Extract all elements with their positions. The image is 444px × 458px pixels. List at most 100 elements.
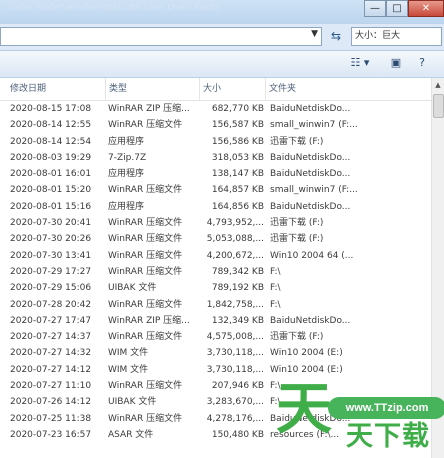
- table-row[interactable]: 2020-08-01 15:16 应用程序 164,856 KB BaiduNetdi…: [0, 199, 431, 215]
- row-type: WinRAR 压缩文件: [108, 218, 183, 229]
- refresh-icon[interactable]: ⇆: [326, 29, 346, 45]
- table-row[interactable]: 2020-07-30 13:41 WinRAR 压缩文件 4,200,672,...…: [0, 248, 431, 264]
- row-size: 682,770 KB: [211, 104, 264, 114]
- row-date: 2020-07-29 15:06: [10, 283, 92, 294]
- row-type: WinRAR 压缩文件: [108, 413, 183, 424]
- row-type: 应用程序: [108, 169, 145, 180]
- row-date: 2020-08-15 17:08: [10, 104, 92, 114]
- watermark: 天 www.TTzip.com 天下载: [268, 366, 444, 458]
- row-type: WinRAR 压缩文件: [108, 185, 183, 196]
- row-date: 2020-07-27 17:47: [10, 315, 92, 326]
- row-folder: F:\: [270, 266, 281, 277]
- row-type: 应用程序: [108, 136, 145, 147]
- address-bar[interactable]: ▼: [0, 27, 322, 46]
- column-date[interactable]: 修改日期: [7, 78, 106, 100]
- row-type: WinRAR 压缩文件: [108, 234, 183, 245]
- row-date: 2020-07-29 17:27: [10, 266, 92, 277]
- table-row[interactable]: 2020-07-30 20:26 WinRAR 压缩文件 5,053,088,...…: [0, 231, 431, 247]
- row-folder: BaiduNetdiskDo...: [270, 201, 351, 212]
- table-row[interactable]: 2020-07-27 14:37 WinRAR 压缩文件 4,575,008,...…: [0, 329, 431, 345]
- row-date: 2020-08-01 15:20: [10, 185, 92, 196]
- row-type: WinRAR ZIP 压缩...: [108, 104, 190, 114]
- row-folder: Win10 2004 64 (...: [270, 250, 354, 261]
- row-size: 150,480 KB: [211, 429, 264, 440]
- address-row: ▼ ⇆ 大小：巨大: [0, 24, 444, 51]
- column-type[interactable]: 类型: [106, 78, 200, 100]
- table-row[interactable]: 2020-07-28 20:42 WinRAR 压缩文件 1,842,758,...…: [0, 297, 431, 313]
- table-row[interactable]: 2020-07-30 20:41 WinRAR 压缩文件 4,793,952,...…: [0, 215, 431, 231]
- row-date: 2020-07-27 14:37: [10, 332, 92, 343]
- preview-pane-icon[interactable]: ▣: [388, 56, 404, 72]
- row-date: 2020-07-27 14:12: [10, 364, 92, 375]
- row-type: WIM 文件: [108, 364, 149, 375]
- row-size: 164,857 KB: [211, 185, 264, 196]
- row-size: 4,793,952,...: [206, 218, 264, 229]
- table-row[interactable]: 2020-08-01 16:01 应用程序 138,147 KB BaiduNetdi…: [0, 166, 431, 182]
- minimize-button[interactable]: —: [364, 0, 386, 17]
- title-bar: ...ruder:Ruder\windivent\Ru:dd\ Ulen Ove…: [0, 0, 444, 25]
- table-row[interactable]: 2020-08-15 17:08 WinRAR ZIP 压缩... 682,770 …: [0, 101, 431, 117]
- row-type: WinRAR 压缩文件: [108, 266, 183, 277]
- row-size: 4,200,672,...: [206, 250, 264, 261]
- row-size: 207,946 KB: [211, 381, 264, 392]
- table-row[interactable]: 2020-08-03 19:29 7-Zip.7Z 318,053 KB BaiduN…: [0, 150, 431, 166]
- row-date: 2020-08-14 12:55: [10, 120, 92, 131]
- row-folder: small_winwin7 (F:...: [270, 185, 358, 196]
- row-size: 3,730,118,...: [206, 348, 264, 359]
- row-folder: 迅雷下载 (F:): [270, 234, 324, 245]
- row-size: 164,856 KB: [211, 201, 264, 212]
- table-row[interactable]: 2020-07-29 17:27 WinRAR 压缩文件 789,342 KB F:\: [0, 264, 431, 280]
- row-type: WinRAR 压缩文件: [108, 332, 183, 343]
- row-type: WinRAR 压缩文件: [108, 250, 183, 261]
- table-row[interactable]: 2020-07-27 17:47 WinRAR ZIP 压缩... 132,349 …: [0, 313, 431, 329]
- row-date: 2020-08-14 12:54: [10, 136, 92, 147]
- help-icon[interactable]: ?: [414, 56, 430, 72]
- row-folder: 迅雷下载 (F:): [270, 332, 324, 343]
- watermark-site-name: 天下载: [346, 421, 430, 452]
- window-title: ...ruder:Ruder\windivent\Ru:dd\ Ulen Ove…: [0, 3, 219, 13]
- column-folder[interactable]: 文件夹: [266, 78, 431, 100]
- row-date: 2020-07-30 20:41: [10, 218, 92, 229]
- row-type: UIBAK 文件: [108, 283, 157, 294]
- table-row[interactable]: 2020-08-01 15:20 WinRAR 压缩文件 164,857 KB sma…: [0, 182, 431, 198]
- row-size: 138,147 KB: [211, 169, 264, 180]
- scroll-thumb[interactable]: [433, 94, 444, 118]
- row-folder: BaiduNetdiskDo...: [270, 169, 351, 180]
- row-size: 132,349 KB: [211, 315, 264, 326]
- row-folder: 迅雷下载 (F:): [270, 136, 324, 147]
- table-row[interactable]: 2020-07-27 14:32 WIM 文件 3,730,118,... Win10…: [0, 345, 431, 361]
- row-date: 2020-07-30 13:41: [10, 250, 92, 261]
- table-row[interactable]: 2020-07-29 15:06 UIBAK 文件 789,192 KB F:\: [0, 280, 431, 296]
- row-type: ASAR 文件: [108, 429, 154, 440]
- row-size: 318,053 KB: [211, 152, 264, 163]
- scroll-up-icon[interactable]: ▲: [432, 78, 444, 92]
- row-type: UIBAK 文件: [108, 397, 157, 408]
- search-input[interactable]: 大小：巨大: [351, 27, 442, 46]
- close-button[interactable]: ✕: [408, 0, 444, 17]
- row-folder: small_winwin7 (F:...: [270, 120, 358, 131]
- row-date: 2020-07-23 16:57: [10, 429, 92, 440]
- row-date: 2020-08-01 16:01: [10, 169, 92, 180]
- row-size: 4,575,008,...: [206, 332, 264, 343]
- row-size: 1,842,758,...: [206, 299, 264, 310]
- row-type: WinRAR ZIP 压缩...: [108, 315, 190, 326]
- column-size[interactable]: 大小: [200, 78, 266, 100]
- maximize-button[interactable]: □: [386, 0, 408, 17]
- row-size: 4,278,176,...: [206, 413, 264, 424]
- column-header: 修改日期 类型 大小 文件夹: [0, 78, 431, 101]
- toolbar: ☷ ▾ ▣ ?: [0, 51, 444, 78]
- row-date: 2020-07-28 20:42: [10, 299, 92, 310]
- view-options-icon[interactable]: ☷ ▾: [347, 56, 373, 72]
- row-type: 7-Zip.7Z: [108, 152, 147, 163]
- row-size: 3,730,118,...: [206, 364, 264, 375]
- row-date: 2020-08-03 19:29: [10, 152, 92, 163]
- row-type: 应用程序: [108, 201, 145, 212]
- row-type: WinRAR 压缩文件: [108, 299, 183, 310]
- row-folder: 迅雷下载 (F:): [270, 218, 324, 229]
- table-row[interactable]: 2020-08-14 12:55 WinRAR 压缩文件 156,587 KB sma…: [0, 117, 431, 133]
- chevron-down-icon[interactable]: ▼: [311, 29, 318, 39]
- row-folder: F:\: [270, 299, 281, 310]
- table-row[interactable]: 2020-08-14 12:54 应用程序 156,586 KB 迅雷下载 (F:): [0, 134, 431, 150]
- watermark-logo-char: 天: [276, 377, 332, 442]
- row-folder: BaiduNetdiskDo...: [270, 315, 351, 326]
